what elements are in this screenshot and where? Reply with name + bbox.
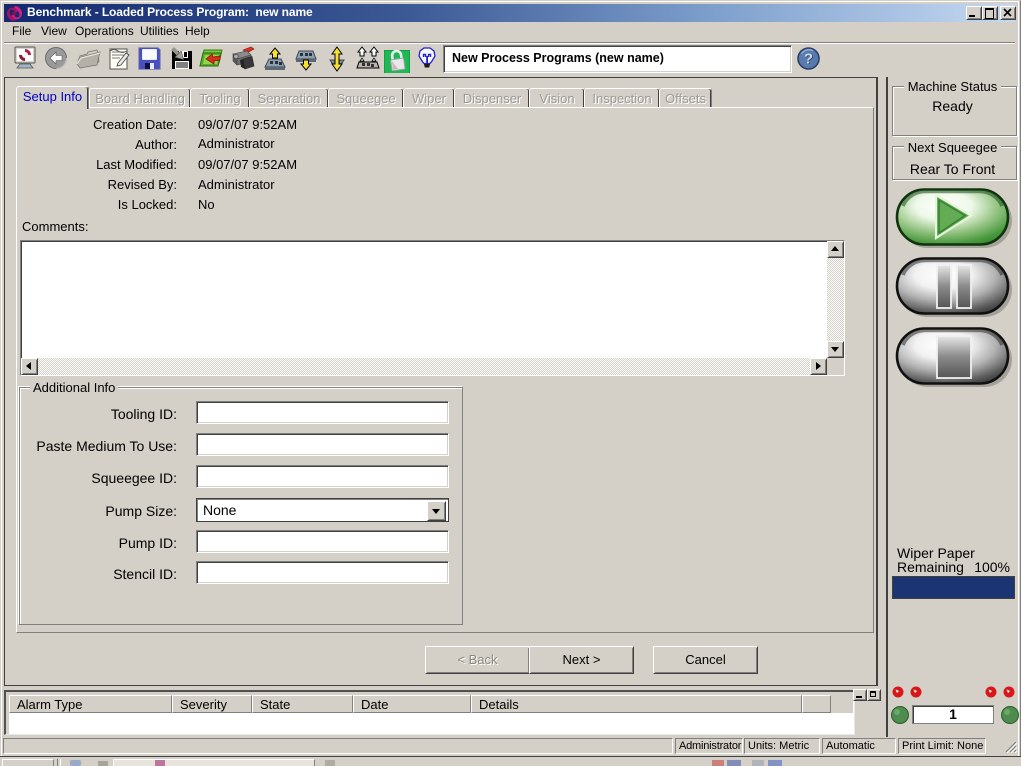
- svg-text:?: ?: [804, 51, 813, 68]
